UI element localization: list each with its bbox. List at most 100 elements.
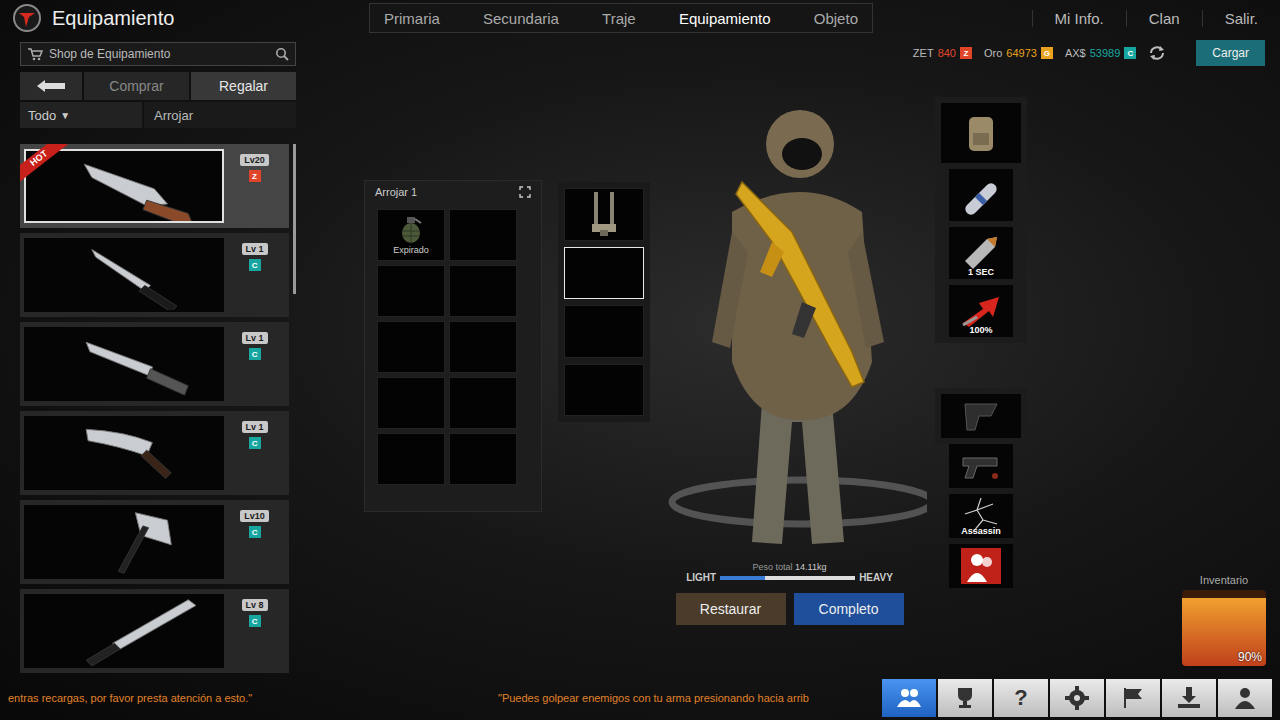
item-meta: Lv 8C [224,589,285,627]
level-badge: Lv10 [240,510,269,522]
loadout-button[interactable]: Completo [794,593,904,625]
nav-tab[interactable]: Secundaria [475,10,567,27]
level-badge: Lv 1 [242,332,268,344]
throwable-slot[interactable] [449,377,517,429]
gear-slot[interactable] [564,305,644,358]
ticker-message: "Puedes golpear enemigos con tu arma pre… [498,692,809,704]
axe-icon [26,507,222,577]
header-link[interactable]: Salir. [1202,10,1280,27]
level-badge: Lv 1 [242,243,268,255]
news-ticker: entras recargas, por favor presta atenci… [0,692,882,704]
inventory-box: 90% [1182,590,1266,666]
perk-slot[interactable]: Assassin [949,494,1013,538]
throwable-slot[interactable] [377,377,445,429]
nav-tab[interactable]: Primaria [376,10,448,27]
perk-slot[interactable] [941,103,1021,163]
throwables-panel: Arrojar 1Expirado [364,180,542,512]
grenade-icon [396,215,426,245]
refresh-icon[interactable] [1148,45,1166,61]
nav-tab[interactable]: Traje [594,10,644,27]
toolbar-button[interactable]: ? [994,679,1048,717]
currency-item: ZET840Z [913,47,972,59]
throwable-slot[interactable] [449,265,517,317]
perk-slot[interactable]: 1 SEC [949,227,1013,279]
shop-search[interactable]: Shop de Equipamiento [20,42,296,66]
bottom-bar: entras recargas, por favor presta atenci… [0,676,1280,720]
soldier-figure[interactable] [652,102,927,562]
shop-item[interactable]: Lv 1C [20,322,289,406]
perk-group: Assassin [935,388,1027,444]
item-meta: Lv 1C [224,411,285,449]
equipment-screen: Equipamiento Primaria Secundaria Traje Equip… [0,0,1280,720]
toolbar-button[interactable] [1050,679,1104,717]
header-links: Mi Info.ClanSalir. [1032,4,1280,32]
perk-slot[interactable] [949,169,1013,221]
currency-badge: Z [249,170,261,182]
perk-column: 1 SEC 100% Assassin [935,68,1027,676]
load-button[interactable]: Cargar [1196,40,1265,66]
gear-slot[interactable] [564,364,644,417]
perk-label: 100% [949,325,1013,335]
bayonet-icon [26,240,222,310]
inventory-title: Inventario [1200,574,1248,586]
shop-item[interactable]: Lv10C [20,500,289,584]
toolbar-button[interactable] [1162,679,1216,717]
nav-tab[interactable]: Objeto [806,10,866,27]
scroll-thumb[interactable] [293,144,296,294]
shop-item[interactable]: Lv 1C [20,233,289,317]
perk-slot[interactable] [941,394,1021,438]
throwable-slot[interactable] [377,265,445,317]
shop-item[interactable]: Lv 1C [20,411,289,495]
throwable-slot[interactable] [449,321,517,373]
throwable-slot[interactable] [377,433,445,485]
inventory-reading: 90% [1238,650,1262,664]
back-button[interactable] [20,72,82,100]
perk-slot[interactable] [949,444,1013,488]
toolbar-button[interactable] [1218,679,1272,717]
pistol-icon [957,444,1005,488]
throwable-slot[interactable]: Expirado [377,209,445,261]
main-area: Shop de Equipamiento ComprarRegalar Todo ▼… [0,36,1280,676]
expand-icon[interactable] [519,186,531,198]
shop-action-button[interactable]: Regalar [191,72,296,100]
header-link[interactable]: Mi Info. [1032,10,1126,27]
throwable-slot[interactable] [377,321,445,373]
category-label: Arrojar [144,102,296,128]
item-meta: Lv10C [224,500,285,538]
currency-item: AX$53989C [1065,47,1136,59]
loadout-button[interactable]: Restaurar [676,593,786,625]
blade-icon [26,329,222,399]
throwable-slot[interactable] [449,209,517,261]
currency-badge: Z [960,47,972,59]
list-scrollbar[interactable] [293,144,296,294]
toolbar-button[interactable] [938,679,992,717]
inventory-widget[interactable]: Inventario 90% [1182,574,1266,666]
item-thumbnail [24,594,224,668]
shop-item[interactable]: Lv 8C [20,589,289,673]
item-thumbnail [24,238,224,312]
nav-tab[interactable]: Equipamiento [671,10,779,27]
weight-label: Peso total 14.11kg [753,562,827,572]
throwable-slot[interactable] [449,433,517,485]
page-title: Equipamiento [52,7,369,30]
magnifier-icon[interactable] [275,47,289,61]
perk-label: 1 SEC [949,267,1013,277]
shop-action-button[interactable]: Comprar [84,72,189,100]
shop-item[interactable]: Lv20ZHOT [20,144,289,228]
item-meta: Lv 1C [224,233,285,271]
back-arrow-icon [36,79,66,93]
flag-icon [1119,685,1147,711]
gear-slot[interactable] [564,247,644,300]
search-field[interactable]: Shop de Equipamiento [49,47,269,61]
perk-slot[interactable]: 100% [949,285,1013,337]
toolbar-button[interactable] [882,679,936,717]
dropdown-arrow: ▼ [60,110,70,121]
item-thumbnail [24,327,224,401]
toolbar-button[interactable] [1106,679,1160,717]
trophy-icon [951,685,979,711]
header-link[interactable]: Clan [1126,10,1202,27]
perk-slot[interactable] [949,544,1013,588]
help-glyph: ? [1014,685,1027,711]
gear-slot[interactable] [564,188,644,241]
filter-dropdown[interactable]: Todo ▼ [20,102,142,128]
